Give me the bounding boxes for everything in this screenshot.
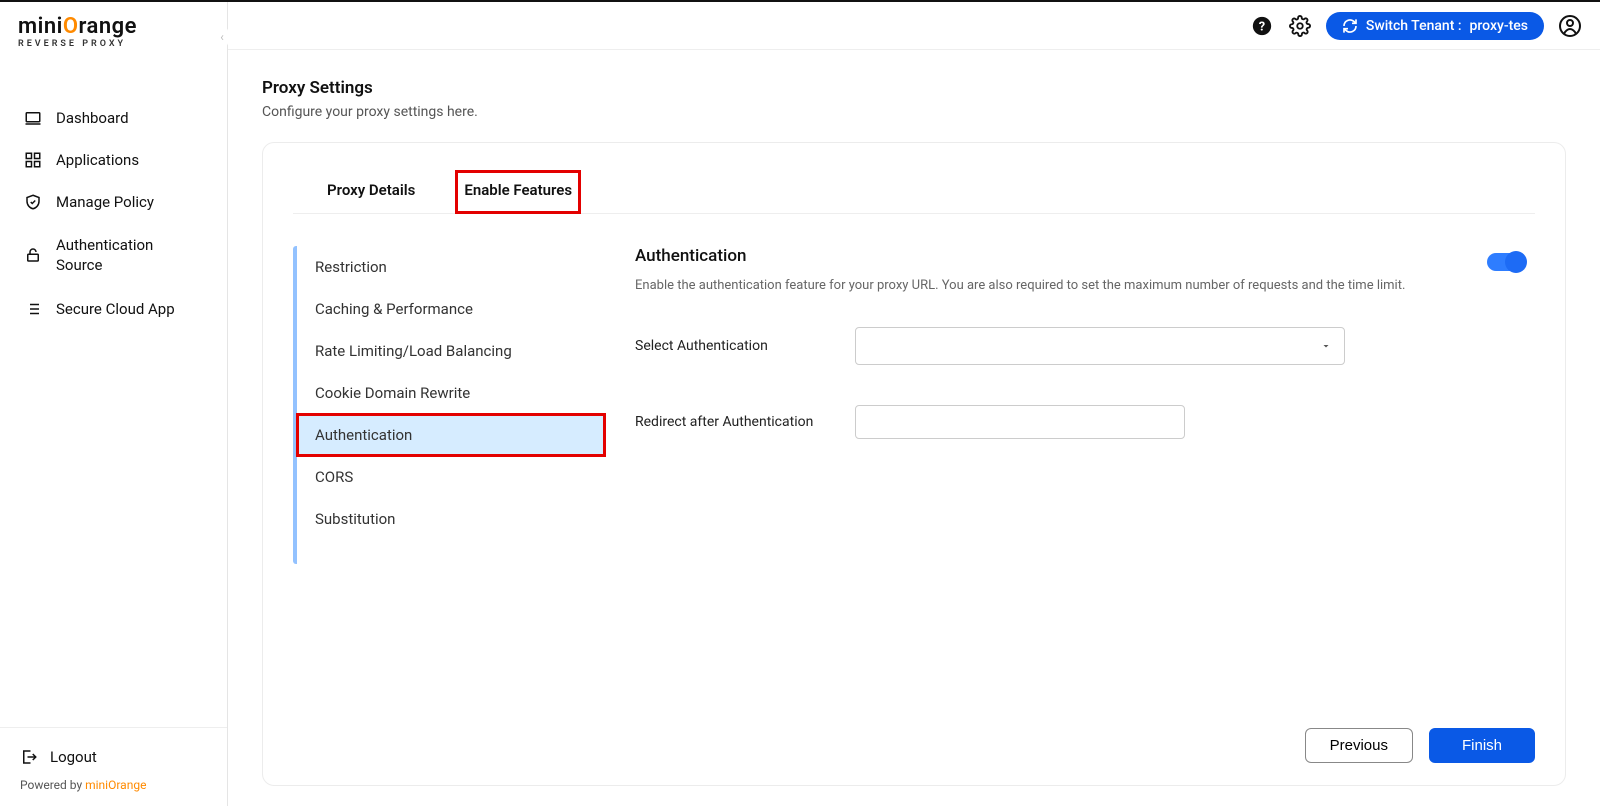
sidebar-item-label: Dashboard: [56, 109, 129, 127]
feature-panel: Authentication Enable the authentication…: [635, 246, 1535, 708]
row-select-authentication: Select Authentication: [635, 327, 1525, 365]
shield-check-icon: [24, 193, 42, 211]
topbar: ? Switch Tenant : proxy-tes: [228, 2, 1600, 50]
list-icon: [24, 300, 42, 318]
switch-tenant-button[interactable]: Switch Tenant : proxy-tes: [1326, 12, 1544, 40]
feature-nav-caching[interactable]: Caching & Performance: [297, 288, 605, 330]
chevron-down-icon: [1320, 340, 1332, 352]
sidebar: ‹ miniOrange REVERSE PROXY Dashboard App…: [0, 2, 228, 806]
feature-body: Restriction Caching & Performance Rate L…: [293, 246, 1535, 708]
content: Proxy Settings Configure your proxy sett…: [228, 50, 1600, 806]
feature-nav-cookie-rewrite[interactable]: Cookie Domain Rewrite: [297, 372, 605, 414]
sidebar-collapse-handle[interactable]: ‹: [216, 28, 228, 46]
logo: miniOrange REVERSE PROXY: [0, 2, 227, 57]
gear-icon[interactable]: [1288, 14, 1312, 38]
feature-nav-authentication[interactable]: Authentication: [297, 414, 605, 456]
previous-button[interactable]: Previous: [1305, 728, 1413, 763]
row-redirect-auth: Redirect after Authentication: [635, 405, 1525, 439]
tabs: Proxy Details Enable Features: [293, 173, 1535, 214]
logo-text: miniOrange: [18, 14, 209, 39]
footer-actions: Previous Finish: [293, 708, 1535, 763]
label-select-authentication: Select Authentication: [635, 338, 815, 354]
help-icon[interactable]: ?: [1250, 14, 1274, 38]
logout-button[interactable]: Logout: [20, 744, 207, 778]
sidebar-item-auth-source[interactable]: Authentication Source: [0, 223, 227, 288]
laptop-icon: [24, 109, 42, 127]
sidebar-item-dashboard[interactable]: Dashboard: [0, 97, 227, 139]
label-redirect-after-auth: Redirect after Authentication: [635, 414, 815, 430]
svg-text:?: ?: [1259, 19, 1265, 34]
tenant-value: proxy-tes: [1470, 18, 1528, 34]
sidebar-item-label: Applications: [56, 151, 139, 169]
feature-nav-restriction[interactable]: Restriction: [297, 246, 605, 288]
sidebar-item-label: Secure Cloud App: [56, 300, 175, 318]
tab-proxy-details[interactable]: Proxy Details: [321, 173, 421, 213]
toggle-knob: [1505, 251, 1527, 273]
settings-card: Proxy Details Enable Features Restrictio…: [262, 142, 1566, 786]
sidebar-item-secure-cloud-app[interactable]: Secure Cloud App: [0, 288, 227, 330]
tab-enable-features[interactable]: Enable Features: [455, 170, 581, 214]
page-title: Proxy Settings: [262, 78, 1566, 98]
feature-nav-substitution[interactable]: Substitution: [297, 498, 605, 540]
powered-brand-link[interactable]: miniOrange: [85, 778, 146, 792]
powered-by: Powered by miniOrange: [20, 778, 207, 792]
main: ? Switch Tenant : proxy-tes Proxy Settin…: [228, 2, 1600, 806]
sidebar-nav: Dashboard Applications Manage Policy Aut…: [0, 57, 227, 727]
refresh-icon: [1342, 18, 1358, 34]
logout-icon: [20, 748, 38, 766]
logo-tagline: REVERSE PROXY: [18, 39, 209, 49]
sidebar-item-applications[interactable]: Applications: [0, 139, 227, 181]
sidebar-item-label: Authentication Source: [56, 235, 203, 276]
logo-pre: mini: [18, 14, 63, 39]
finish-button[interactable]: Finish: [1429, 728, 1535, 763]
account-icon[interactable]: [1558, 14, 1582, 38]
sidebar-item-manage-policy[interactable]: Manage Policy: [0, 181, 227, 223]
apps-icon: [24, 151, 42, 169]
tenant-label: Switch Tenant :: [1366, 18, 1462, 34]
panel-title: Authentication: [635, 246, 746, 266]
sidebar-item-label: Manage Policy: [56, 193, 154, 211]
logout-label: Logout: [50, 748, 97, 766]
powered-prefix: Powered by: [20, 778, 85, 792]
feature-nav: Restriction Caching & Performance Rate L…: [293, 246, 605, 564]
logo-accent: O: [63, 14, 79, 39]
select-authentication-dropdown[interactable]: [855, 327, 1345, 365]
logo-post: range: [79, 14, 138, 39]
panel-description: Enable the authentication feature for yo…: [635, 278, 1525, 293]
feature-nav-rate-limiting[interactable]: Rate Limiting/Load Balancing: [297, 330, 605, 372]
sidebar-footer: Logout Powered by miniOrange: [0, 727, 227, 806]
feature-nav-cors[interactable]: CORS: [297, 456, 605, 498]
redirect-after-auth-input[interactable]: [855, 405, 1185, 439]
authentication-toggle[interactable]: [1487, 253, 1525, 271]
page-description: Configure your proxy settings here.: [262, 104, 1566, 120]
lock-icon: [24, 246, 42, 264]
